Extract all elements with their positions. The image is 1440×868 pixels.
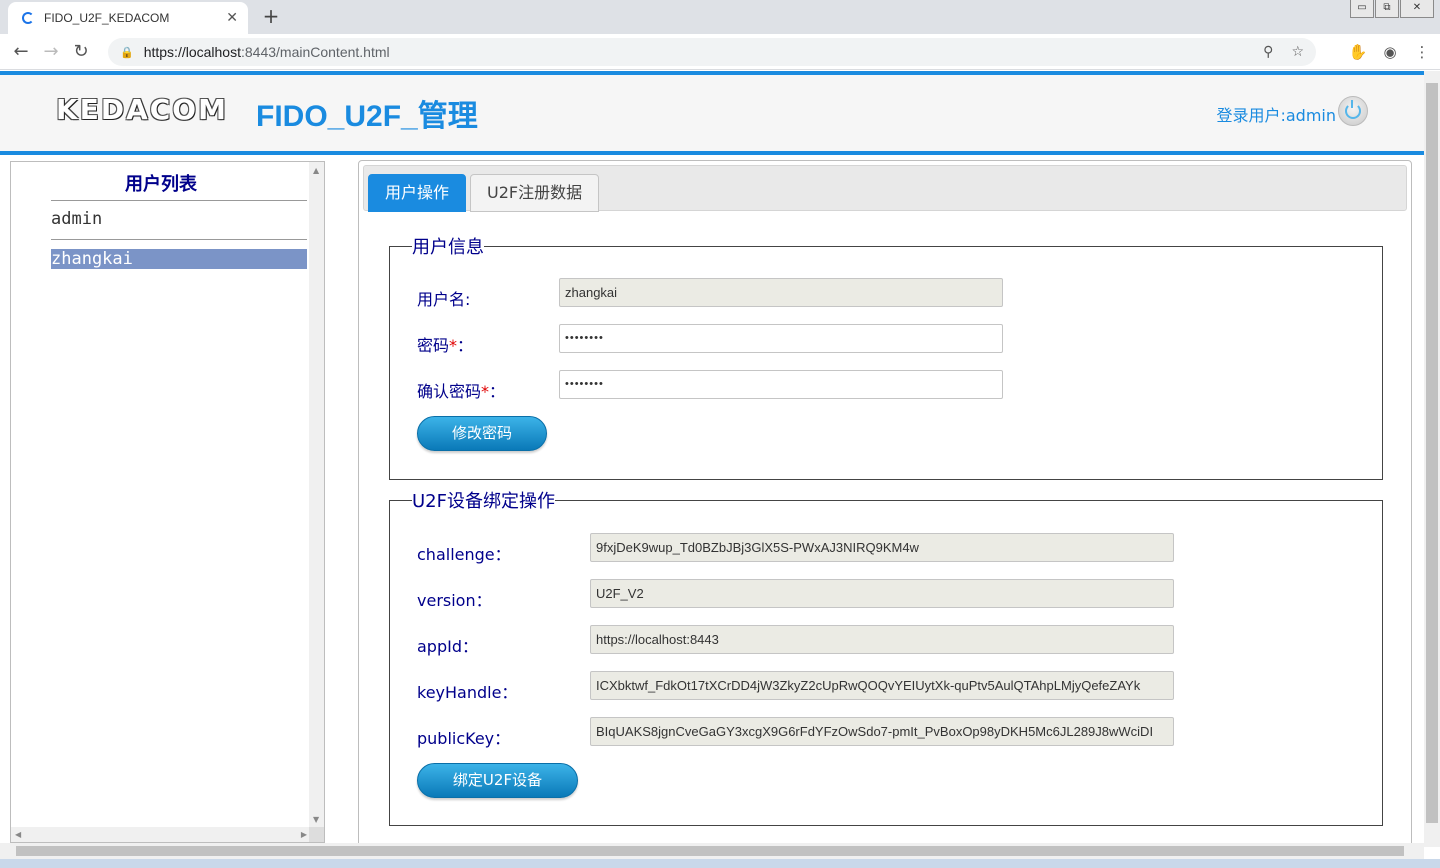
main-panel: 用户操作 U2F注册数据 用户信息 用户名: zhangkai 密码*： •••… [358,160,1412,850]
reload-icon[interactable]: ↻ [66,41,96,62]
user-list-title: 用户列表 [125,174,197,195]
divider [51,239,307,240]
close-window-button[interactable]: ✕ [1400,0,1434,18]
password-label: 密码*： [417,332,473,356]
user-list-panel: 用户列表 admin zhangkai ▲ ▼ ◀ ▶ [10,161,325,843]
profile-icon[interactable]: ◉ [1376,43,1404,61]
minimize-button[interactable]: ▭ [1350,0,1374,18]
user-list-vertical-scrollbar[interactable]: ▲ ▼ [309,162,324,828]
login-user-label: 登录用户:admin [1216,106,1336,125]
back-arrow-icon[interactable]: ← [6,41,36,62]
colon: ： [457,336,474,355]
required-mark: * [449,336,458,355]
appid-field[interactable]: https://localhost:8443 [590,625,1174,654]
address-bar[interactable]: 🔒 https://localhost:8443/mainContent.htm… [108,38,1316,66]
url-path: :8443/mainContent.html [240,44,390,60]
menu-icon[interactable]: ⋮ [1408,43,1436,61]
star-icon[interactable]: ☆ [1291,44,1304,60]
loading-spinner-icon [22,12,34,24]
publickey-label: publicKey： [417,729,511,748]
new-tab-button[interactable]: + [260,4,282,28]
challenge-label: challenge： [417,545,511,564]
forward-arrow-icon[interactable]: → [36,41,66,62]
password-label-text: 密码 [417,336,450,355]
scroll-up-arrow-icon[interactable]: ▲ [313,166,319,175]
tab-user-operations[interactable]: 用户操作 [368,174,467,212]
page-content: KEDACOM FIDO_U2F_管理 登录用户:admin 用户列表 admi… [0,71,1424,850]
username-field[interactable]: zhangkai [559,278,1003,307]
version-field[interactable]: U2F_V2 [590,579,1174,608]
power-icon [1345,100,1361,119]
scroll-right-arrow-icon[interactable]: ▶ [301,830,307,839]
page-vertical-scrollbar[interactable] [1424,71,1440,847]
password-field[interactable]: •••••••• [559,324,1003,353]
extension-icons: ✋ ◉ ⋮ [1344,38,1440,66]
os-taskbar [0,859,1440,868]
appid-label: appId： [417,637,478,656]
tab-u2f-registration-data[interactable]: U2F注册数据 [470,174,600,212]
required-mark: * [481,382,490,401]
publickey-field[interactable]: BIqUAKS8jgnCveGaGY3xcgX9G6rFdYFzOwSdo7-p… [590,717,1174,746]
confirm-password-field[interactable]: •••••••• [559,370,1003,399]
username-label: 用户名: [417,290,471,309]
restore-button[interactable]: ⧉ [1375,0,1399,18]
u2f-bind-legend: U2F设备绑定操作 [412,491,555,512]
confirm-password-label: 确认密码*： [417,378,505,402]
version-label: version： [417,591,492,610]
kedacom-logo: KEDACOM [56,93,228,126]
colon: ： [489,382,506,401]
bind-u2f-device-button[interactable]: 绑定U2F设备 [417,763,578,798]
close-tab-icon[interactable]: ✕ [226,10,238,26]
app-title: FIDO_U2F_管理 [256,100,478,133]
keyhandle-label: keyHandle： [417,683,518,702]
challenge-field[interactable]: 9fxjDeK9wup_Td0BZbJBj3GlX5S-PWxAJ3NIRQ9K… [590,533,1174,562]
tab-strip: 用户操作 U2F注册数据 [363,165,1407,212]
browser-tab-title: FIDO_U2F_KEDACOM [44,11,170,25]
confirm-password-label-text: 确认密码 [417,382,482,401]
page-horizontal-scroll-thumb[interactable] [16,846,1404,856]
logout-power-button[interactable] [1338,96,1368,126]
page-vertical-scroll-thumb[interactable] [1426,83,1438,823]
change-password-button[interactable]: 修改密码 [417,416,547,451]
scroll-left-arrow-icon[interactable]: ◀ [15,830,21,839]
browser-tab[interactable]: FIDO_U2F_KEDACOM ✕ [8,2,248,34]
user-list-item-admin[interactable]: admin [51,209,307,229]
page-horizontal-scrollbar[interactable] [0,843,1424,859]
user-list-item-zhangkai[interactable]: zhangkai [51,249,307,269]
window-controls: ▭ ⧉ ✕ [1349,0,1434,18]
scrollbar-corner [309,827,324,842]
url-text[interactable]: https://localhost:8443/mainContent.html [144,44,1245,60]
keyhandle-field[interactable]: ICXbktwf_FdkOt17tXCrDD4jW3ZkyZ2cUpRwQOQv… [590,671,1174,700]
key-icon[interactable]: ⚲ [1263,44,1273,60]
scroll-down-arrow-icon[interactable]: ▼ [313,815,319,824]
user-list-horizontal-scrollbar[interactable]: ◀ ▶ [11,827,311,842]
url-host: https://localhost [143,44,241,60]
browser-toolbar: ← → ↻ 🔒 https://localhost:8443/mainConte… [0,34,1440,70]
lock-icon: 🔒 [120,45,134,59]
browser-tab-bar: FIDO_U2F_KEDACOM ✕ + ▭ ⧉ ✕ [0,0,1440,34]
user-info-legend: 用户信息 [412,237,484,258]
divider [51,200,307,201]
app-header: KEDACOM FIDO_U2F_管理 登录用户:admin [0,71,1424,155]
extension-icon[interactable]: ✋ [1344,43,1372,61]
